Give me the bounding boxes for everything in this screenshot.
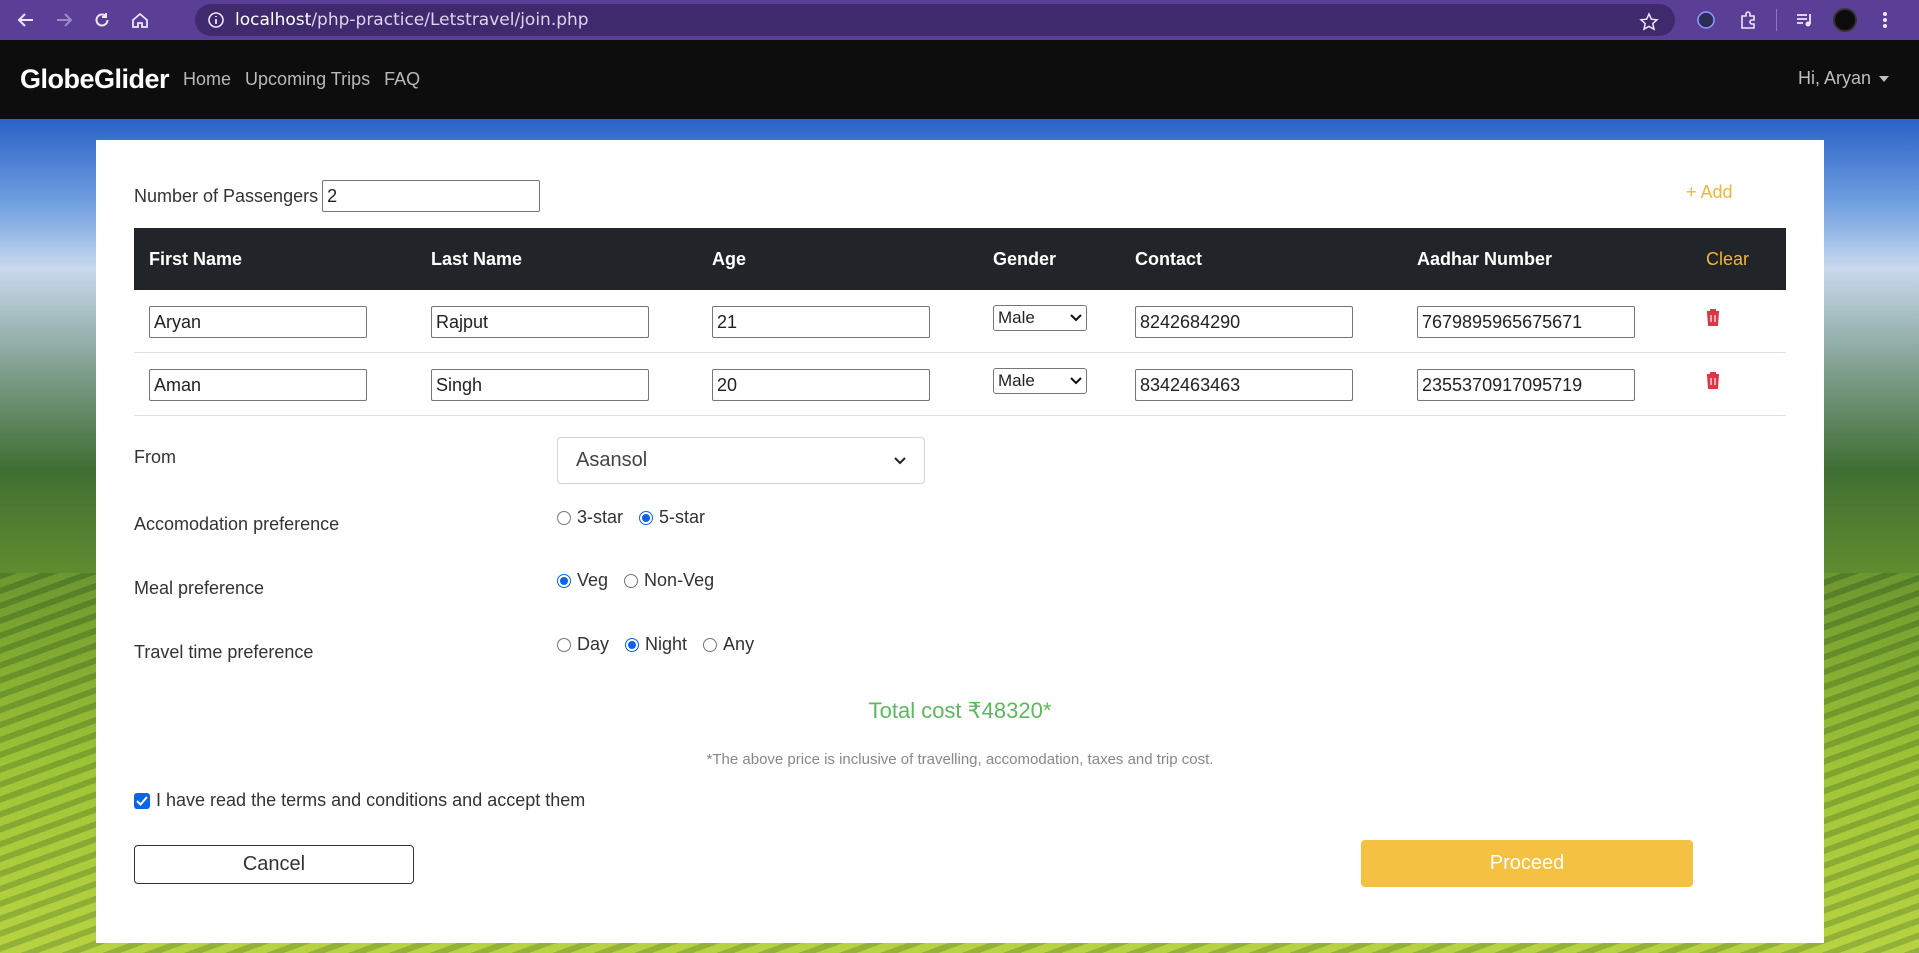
meal-label: Meal preference bbox=[134, 578, 265, 598]
terms-checkbox-row[interactable]: I have read the terms and conditions and… bbox=[134, 790, 585, 811]
table-row: Male bbox=[134, 290, 1786, 353]
first-name-input[interactable] bbox=[149, 306, 367, 338]
bookmark-star-icon[interactable] bbox=[1635, 8, 1663, 36]
gender-select[interactable]: Male bbox=[993, 305, 1087, 331]
reload-icon[interactable] bbox=[88, 6, 116, 34]
meal-radio-group: Veg Non-Veg bbox=[557, 570, 730, 591]
contact-input[interactable] bbox=[1135, 369, 1353, 401]
caret-down-icon bbox=[1879, 75, 1889, 82]
gender-select-value: Male bbox=[998, 371, 1035, 390]
cancel-button[interactable]: Cancel bbox=[134, 845, 414, 884]
accommodation-radio-group: 3-star 5-star bbox=[557, 507, 721, 528]
home-icon[interactable] bbox=[126, 6, 154, 34]
nav-link-upcoming-trips[interactable]: Upcoming Trips bbox=[245, 69, 370, 90]
url-host: localhost bbox=[235, 10, 312, 30]
terms-checkbox[interactable] bbox=[134, 792, 150, 809]
site-info-icon[interactable] bbox=[205, 9, 227, 31]
price-note: *The above price is inclusive of travell… bbox=[706, 751, 1214, 768]
accommodation-label: Accomodation preference bbox=[134, 514, 340, 534]
radio-button-selected[interactable] bbox=[639, 510, 654, 525]
back-arrow-icon[interactable] bbox=[12, 6, 40, 34]
accommodation-option-3-star[interactable]: 3-star bbox=[557, 507, 623, 528]
toolbar-separator bbox=[1776, 9, 1777, 31]
column-header-age: Age bbox=[712, 249, 747, 269]
add-passenger-link[interactable]: + Add bbox=[1686, 182, 1733, 203]
site-navbar: GlobeGlider Home Upcoming Trips FAQ Hi, … bbox=[0, 40, 1919, 119]
chevron-down-icon bbox=[894, 456, 906, 464]
radio-label: Non-Veg bbox=[644, 570, 715, 590]
extension-icon[interactable] bbox=[1692, 6, 1720, 34]
radio-button-selected[interactable] bbox=[557, 573, 571, 588]
booking-form-card: Number of Passengers + Add First Name La… bbox=[96, 140, 1824, 943]
passengers-input[interactable] bbox=[322, 180, 541, 212]
column-header-aadhar: Aadhar Number bbox=[1417, 249, 1553, 269]
gender-select-value: Male bbox=[998, 308, 1035, 327]
time-option-day[interactable]: Day bbox=[557, 634, 609, 655]
column-header-first-name: First Name bbox=[149, 249, 243, 269]
clear-all-link[interactable]: Clear bbox=[1706, 249, 1749, 270]
media-control-icon[interactable] bbox=[1791, 6, 1819, 34]
nav-link-home[interactable]: Home bbox=[183, 69, 231, 90]
accommodation-option-5-star[interactable]: 5-star bbox=[639, 507, 705, 528]
user-menu-dropdown[interactable]: Hi, Aryan bbox=[1798, 68, 1889, 89]
chevron-down-icon bbox=[1070, 314, 1082, 322]
extensions-puzzle-icon[interactable] bbox=[1734, 6, 1762, 34]
profile-avatar[interactable] bbox=[1833, 8, 1857, 32]
browser-toolbar: localhost/php-practice/Letstravel/join.p… bbox=[0, 0, 1919, 40]
age-input[interactable] bbox=[712, 306, 930, 338]
from-city-value: Asansol bbox=[576, 449, 648, 471]
passengers-label: Number of Passengers bbox=[134, 185, 319, 206]
table-row: Male bbox=[134, 353, 1786, 416]
url-path: /php-practice/Letstravel/join.php bbox=[311, 10, 589, 30]
radio-button[interactable] bbox=[703, 637, 718, 652]
last-name-input[interactable] bbox=[431, 369, 649, 401]
passenger-count-row: Number of Passengers bbox=[134, 180, 541, 212]
chevron-down-icon bbox=[1070, 377, 1082, 385]
url-text: localhost/php-practice/Letstravel/join.p… bbox=[235, 10, 589, 30]
last-name-input[interactable] bbox=[431, 306, 649, 338]
address-bar[interactable]: localhost/php-practice/Letstravel/join.p… bbox=[195, 4, 1675, 36]
meal-option-non-veg[interactable]: Non-Veg bbox=[624, 570, 714, 591]
radio-button[interactable] bbox=[557, 637, 571, 652]
from-label: From bbox=[134, 447, 176, 467]
travel-time-radio-group: Day Night Any bbox=[557, 634, 770, 655]
radio-button-selected[interactable] bbox=[625, 637, 640, 652]
travel-time-label: Travel time preference bbox=[134, 642, 314, 662]
time-option-night[interactable]: Night bbox=[625, 634, 687, 655]
time-option-any[interactable]: Any bbox=[703, 634, 754, 655]
radio-label: 3-star bbox=[577, 507, 624, 527]
first-name-input[interactable] bbox=[149, 369, 367, 401]
radio-label: Veg bbox=[577, 570, 609, 590]
terms-label: I have read the terms and conditions and… bbox=[156, 790, 586, 810]
trash-icon[interactable] bbox=[1705, 308, 1721, 326]
passenger-table: First Name Last Name Age Gender Contact … bbox=[134, 228, 1786, 416]
age-input[interactable] bbox=[712, 369, 930, 401]
contact-input[interactable] bbox=[1135, 306, 1353, 338]
nav-link-faq[interactable]: FAQ bbox=[384, 69, 420, 90]
radio-label: Night bbox=[645, 634, 688, 654]
radio-label: Day bbox=[577, 634, 610, 654]
forward-arrow-icon[interactable] bbox=[50, 6, 78, 34]
browser-menu-icon[interactable] bbox=[1871, 6, 1899, 34]
column-header-last-name: Last Name bbox=[431, 249, 523, 269]
radio-label: 5-star bbox=[659, 507, 706, 527]
trash-icon[interactable] bbox=[1705, 371, 1721, 389]
aadhar-input[interactable] bbox=[1417, 306, 1635, 338]
meal-option-veg[interactable]: Veg bbox=[557, 570, 608, 591]
table-header: First Name Last Name Age Gender Contact … bbox=[134, 228, 1786, 290]
brand-logo[interactable]: GlobeGlider bbox=[20, 64, 170, 95]
column-header-gender: Gender bbox=[993, 249, 1057, 269]
aadhar-input[interactable] bbox=[1417, 369, 1635, 401]
user-greeting: Hi, Aryan bbox=[1797, 68, 1871, 88]
column-header-contact: Contact bbox=[1135, 249, 1202, 269]
total-cost: Total cost ₹48320* bbox=[868, 698, 1052, 723]
gender-select[interactable]: Male bbox=[993, 368, 1087, 394]
proceed-button[interactable]: Proceed bbox=[1361, 840, 1693, 887]
radio-label: Any bbox=[723, 634, 755, 654]
radio-button[interactable] bbox=[557, 510, 571, 525]
from-city-select[interactable]: Asansol bbox=[557, 437, 925, 484]
checkmark-icon bbox=[136, 795, 148, 806]
radio-button[interactable] bbox=[624, 573, 639, 588]
